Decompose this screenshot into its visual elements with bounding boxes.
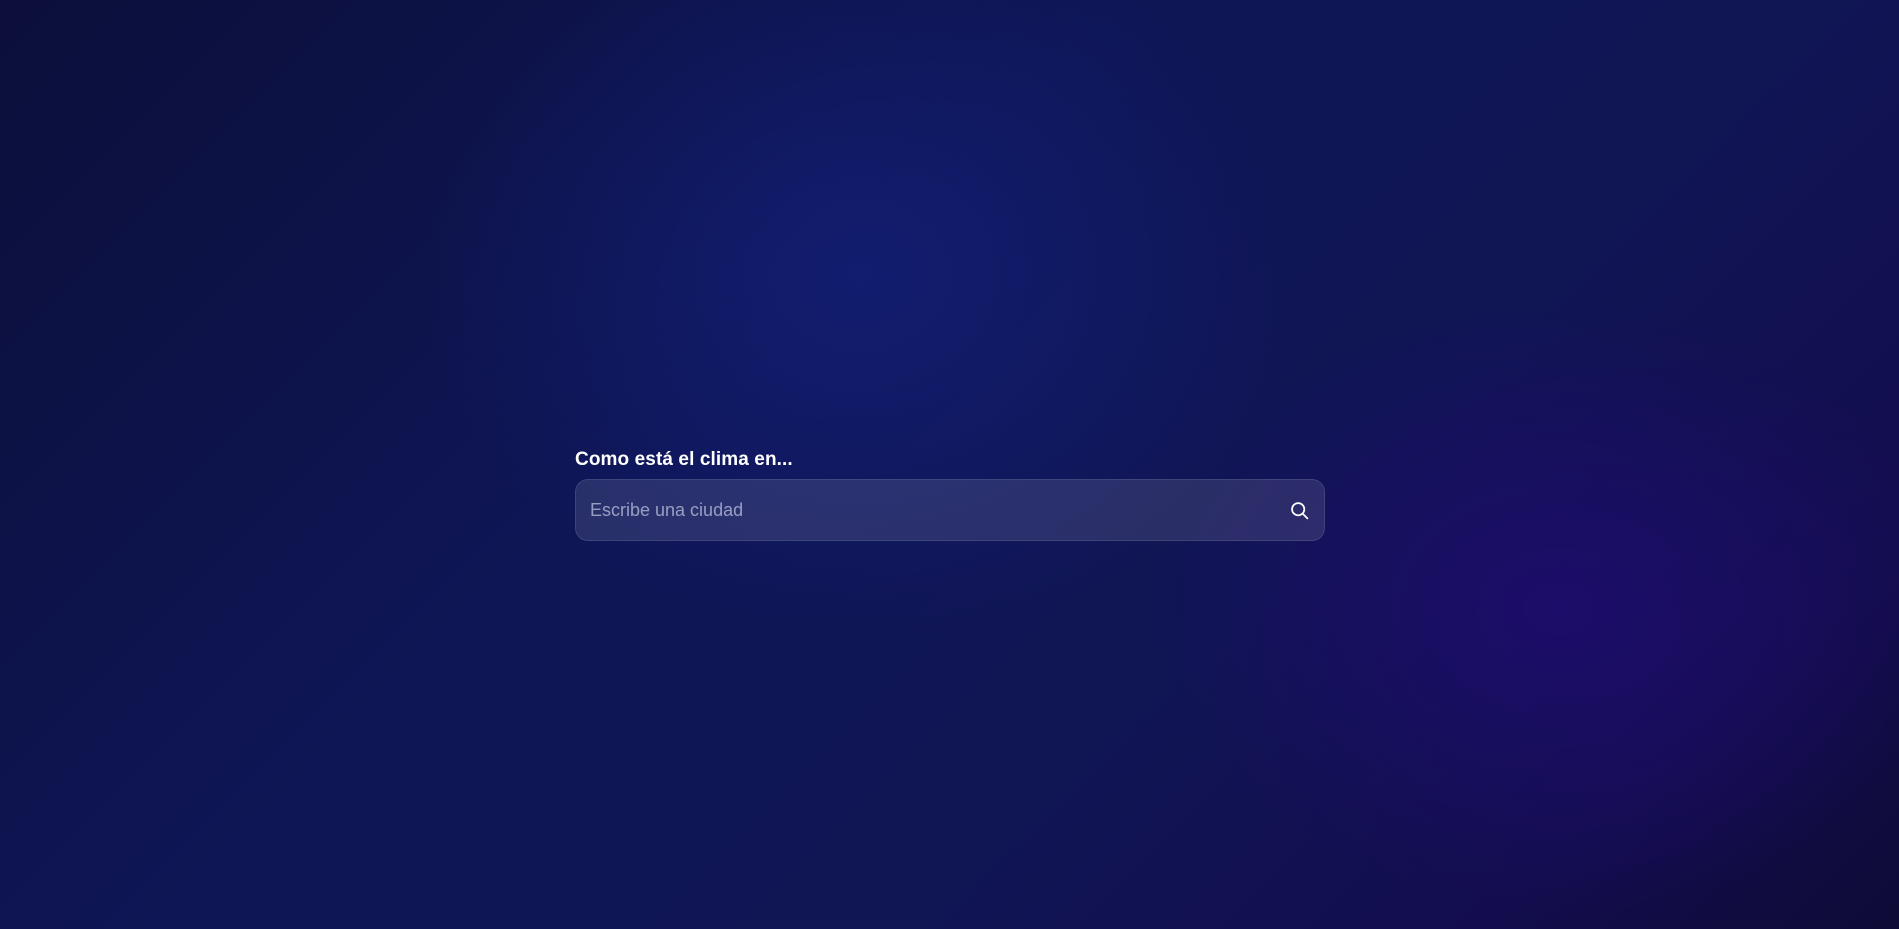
search-box <box>575 479 1325 541</box>
search-heading: Como está el clima en... <box>575 449 793 470</box>
city-search-input[interactable] <box>576 480 1324 540</box>
search-icon[interactable] <box>1284 495 1314 525</box>
city-search-section: Como está el clima en... <box>575 448 1325 541</box>
